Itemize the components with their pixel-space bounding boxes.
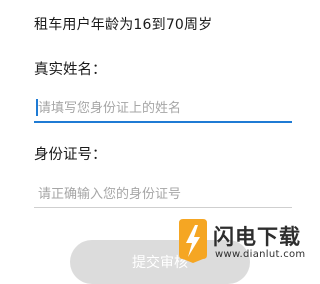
age-notice: 租车用户年龄为16到70周岁 xyxy=(34,17,213,33)
text-caret xyxy=(36,99,38,116)
watermark-title: 闪电下载 xyxy=(213,225,301,249)
name-field[interactable] xyxy=(34,95,292,123)
lightning-bolt-icon xyxy=(179,219,207,263)
name-underline xyxy=(34,121,292,123)
name-label: 真实姓名： xyxy=(34,62,107,78)
id-field[interactable] xyxy=(34,181,292,208)
watermark-url: www.dianlut.com xyxy=(215,249,306,260)
id-underline xyxy=(34,207,292,208)
id-label: 身份证号： xyxy=(34,147,107,163)
id-number-input[interactable] xyxy=(34,181,292,207)
name-input[interactable] xyxy=(34,95,292,121)
watermark-logo: 闪电下载 www.dianlut.com xyxy=(175,213,320,277)
